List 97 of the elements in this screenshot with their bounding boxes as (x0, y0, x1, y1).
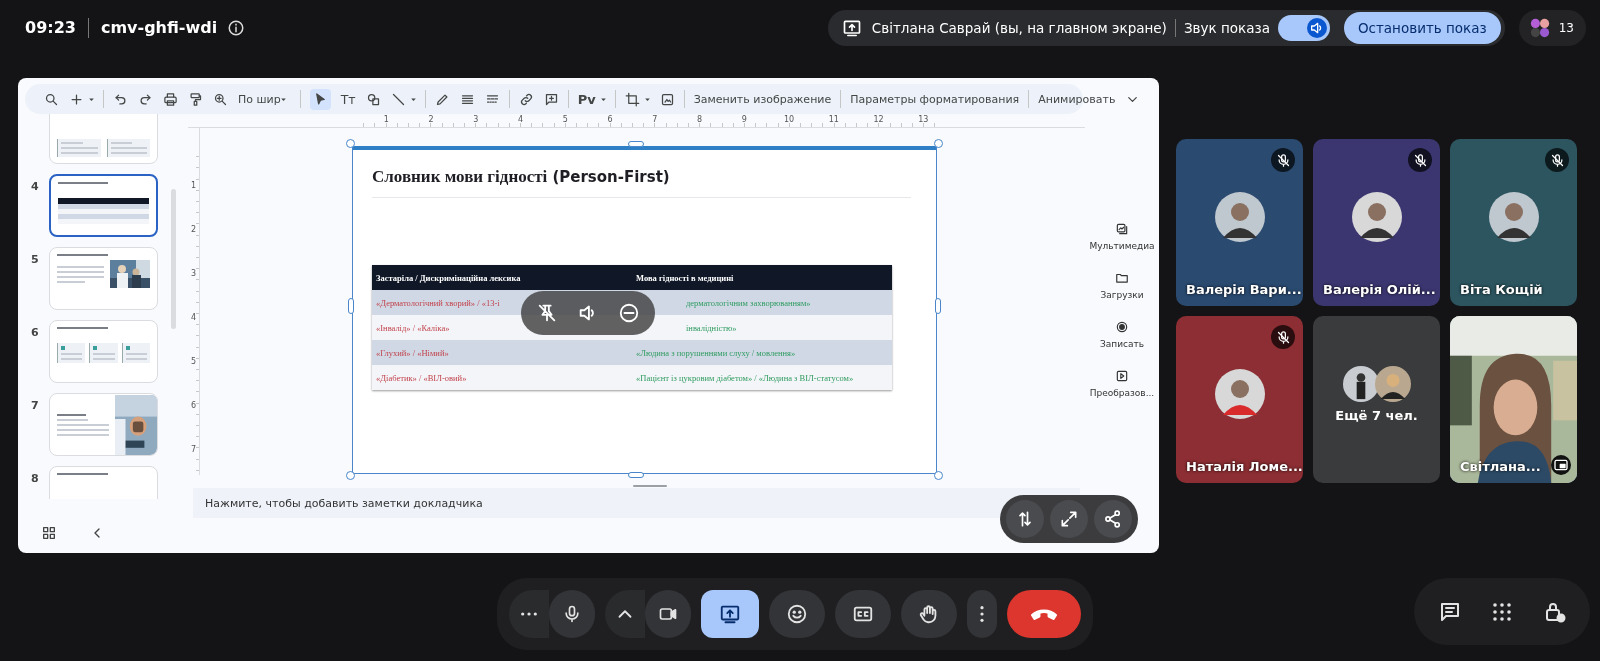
meeting-code: cmv-ghfi-wdi (100, 18, 218, 37)
side-panel-button[interactable]: Загрузки (1100, 271, 1144, 300)
slide-number: 5 (31, 252, 40, 266)
toolbar-action[interactable]: Параметры форматирования (845, 92, 1025, 106)
sound-toggle[interactable] (1277, 14, 1330, 41)
info-icon[interactable] (227, 18, 246, 37)
more-dots-icon (520, 611, 538, 617)
resize-handle[interactable] (628, 472, 644, 478)
table-cell: «Глухий» / «Німий» (372, 340, 632, 365)
shapes-icon[interactable] (365, 91, 381, 107)
participant-tile[interactable]: Ещё 7 чел. (1313, 316, 1440, 483)
resize-handle[interactable] (628, 141, 644, 147)
resize-handle[interactable] (934, 139, 943, 148)
camera-button[interactable] (645, 590, 691, 638)
font-button[interactable]: Pv (572, 91, 601, 107)
vertical-dots-icon (979, 605, 985, 623)
undo-icon[interactable] (113, 91, 128, 107)
smiley-icon (786, 603, 808, 625)
participant-name: Наталія Ломе... (1186, 459, 1303, 474)
horizontal-ruler: 1 2 3 4 5 6 7 8 9 10 11 12 13 (188, 114, 1085, 128)
side-panel-button[interactable]: Преобразов... (1089, 369, 1155, 398)
toolbar-action[interactable]: Анимировать (1033, 92, 1121, 106)
redo-icon[interactable] (138, 91, 153, 107)
speaker-icon (1306, 17, 1327, 38)
table-cell: «Людина з порушеннями слуху / мовлення» (632, 340, 892, 365)
play-icon (1115, 369, 1129, 383)
resize-handle[interactable] (935, 298, 941, 314)
fullscreen-button[interactable] (1050, 500, 1088, 538)
clock-time: 09:23 (25, 18, 76, 37)
share-icon (1103, 509, 1123, 529)
slide-number: 7 (31, 398, 40, 412)
captions-button[interactable] (835, 590, 891, 638)
present-screen-button[interactable] (701, 590, 759, 638)
paint-icon[interactable] (188, 91, 203, 107)
participant-tile[interactable]: Валерія Вари... (1176, 139, 1303, 306)
record-icon (1115, 320, 1129, 334)
participants-button[interactable]: 13 (1518, 9, 1586, 46)
table-cell: дерматологічним захворюванням» (632, 290, 892, 315)
presenter-label: Світлана Саврай (вы, на главном экране) (871, 19, 1167, 36)
slide-canvas[interactable] (352, 146, 937, 474)
speaker-notes-field[interactable]: Нажмите, чтобы добавить заметки докладчика (193, 488, 1080, 518)
minus-circle-icon (617, 302, 640, 324)
more-participants-label: Ещё 7 чел. (1335, 408, 1418, 423)
table-cell: «Пацієнт із цукровим діабетом» / «Людина з ВІЛ-статусом» (632, 365, 892, 390)
present-screen-icon (719, 603, 741, 625)
zoom-icon[interactable] (213, 91, 228, 107)
slide-title: Словник мови гідності (Person-First) (372, 167, 671, 187)
crop-icon[interactable] (624, 91, 640, 107)
image-icon[interactable] (659, 91, 675, 107)
emoji-button[interactable] (769, 590, 825, 638)
stop-sharing-button[interactable]: Остановить показ (1343, 11, 1501, 44)
resize-handle[interactable] (934, 471, 943, 480)
expand-icon (1059, 509, 1079, 529)
select-cursor-icon[interactable] (309, 88, 331, 110)
column-header: Мова гідності в медицині (632, 265, 892, 290)
scrollbar[interactable] (171, 189, 176, 329)
share-button[interactable] (1094, 500, 1132, 538)
side-panel-button[interactable]: Записать (1100, 320, 1144, 349)
swap-button[interactable] (1006, 500, 1044, 538)
microphone-icon (562, 603, 582, 625)
microphone-button[interactable] (549, 590, 595, 638)
participant-tile[interactable]: Віта Кощій (1450, 139, 1577, 306)
sound-label: Звук показа (1183, 19, 1270, 36)
resize-handle[interactable] (346, 139, 355, 148)
participant-tile[interactable]: Наталія Ломе... (1176, 316, 1303, 483)
slide-thumbnail[interactable] (49, 174, 158, 237)
folder-icon (1115, 271, 1129, 285)
toolbar-action[interactable]: Заменить изображение (688, 92, 837, 106)
side-panel-button[interactable]: Мультимедиа (1089, 222, 1155, 251)
image-icon (1115, 222, 1129, 236)
slide-number: 6 (31, 325, 40, 339)
slide-number: 8 (31, 471, 40, 485)
vertical-ruler: 1 2 3 4 5 6 7 (188, 128, 200, 475)
participant-tile[interactable]: Валерія Олій... (1313, 139, 1440, 306)
resize-handle[interactable] (346, 471, 355, 480)
zoom-select[interactable]: По шир (233, 92, 296, 106)
participant-name: Віта Кощій (1460, 282, 1543, 297)
more-options-button[interactable] (967, 590, 997, 638)
table-cell: інвалідністю» (632, 315, 892, 340)
table-cell: «Діабетик» / «ВІЛ-овий» (372, 365, 632, 390)
search-icon[interactable] (44, 91, 59, 107)
raise-hand-button[interactable] (901, 590, 957, 638)
print-icon[interactable] (163, 91, 178, 107)
phone-hangup-icon (1031, 608, 1057, 620)
link-icon[interactable] (518, 91, 534, 107)
resize-handle[interactable] (348, 298, 354, 314)
add-comment-icon[interactable] (543, 91, 559, 107)
line-icon[interactable] (390, 91, 406, 107)
column-header: Застаріла / Дискримінаційна лексика (372, 265, 632, 290)
participant-name: Валерія Вари... (1186, 282, 1302, 297)
end-call-button[interactable] (1007, 590, 1081, 638)
avatars-icon (1528, 16, 1551, 39)
plus-icon[interactable] (69, 91, 84, 107)
text-box-button[interactable]: Tт (335, 91, 361, 107)
grid-view-icon[interactable] (41, 525, 57, 541)
slide-number: 4 (31, 179, 40, 193)
participant-name: Валерія Олій... (1323, 282, 1436, 297)
